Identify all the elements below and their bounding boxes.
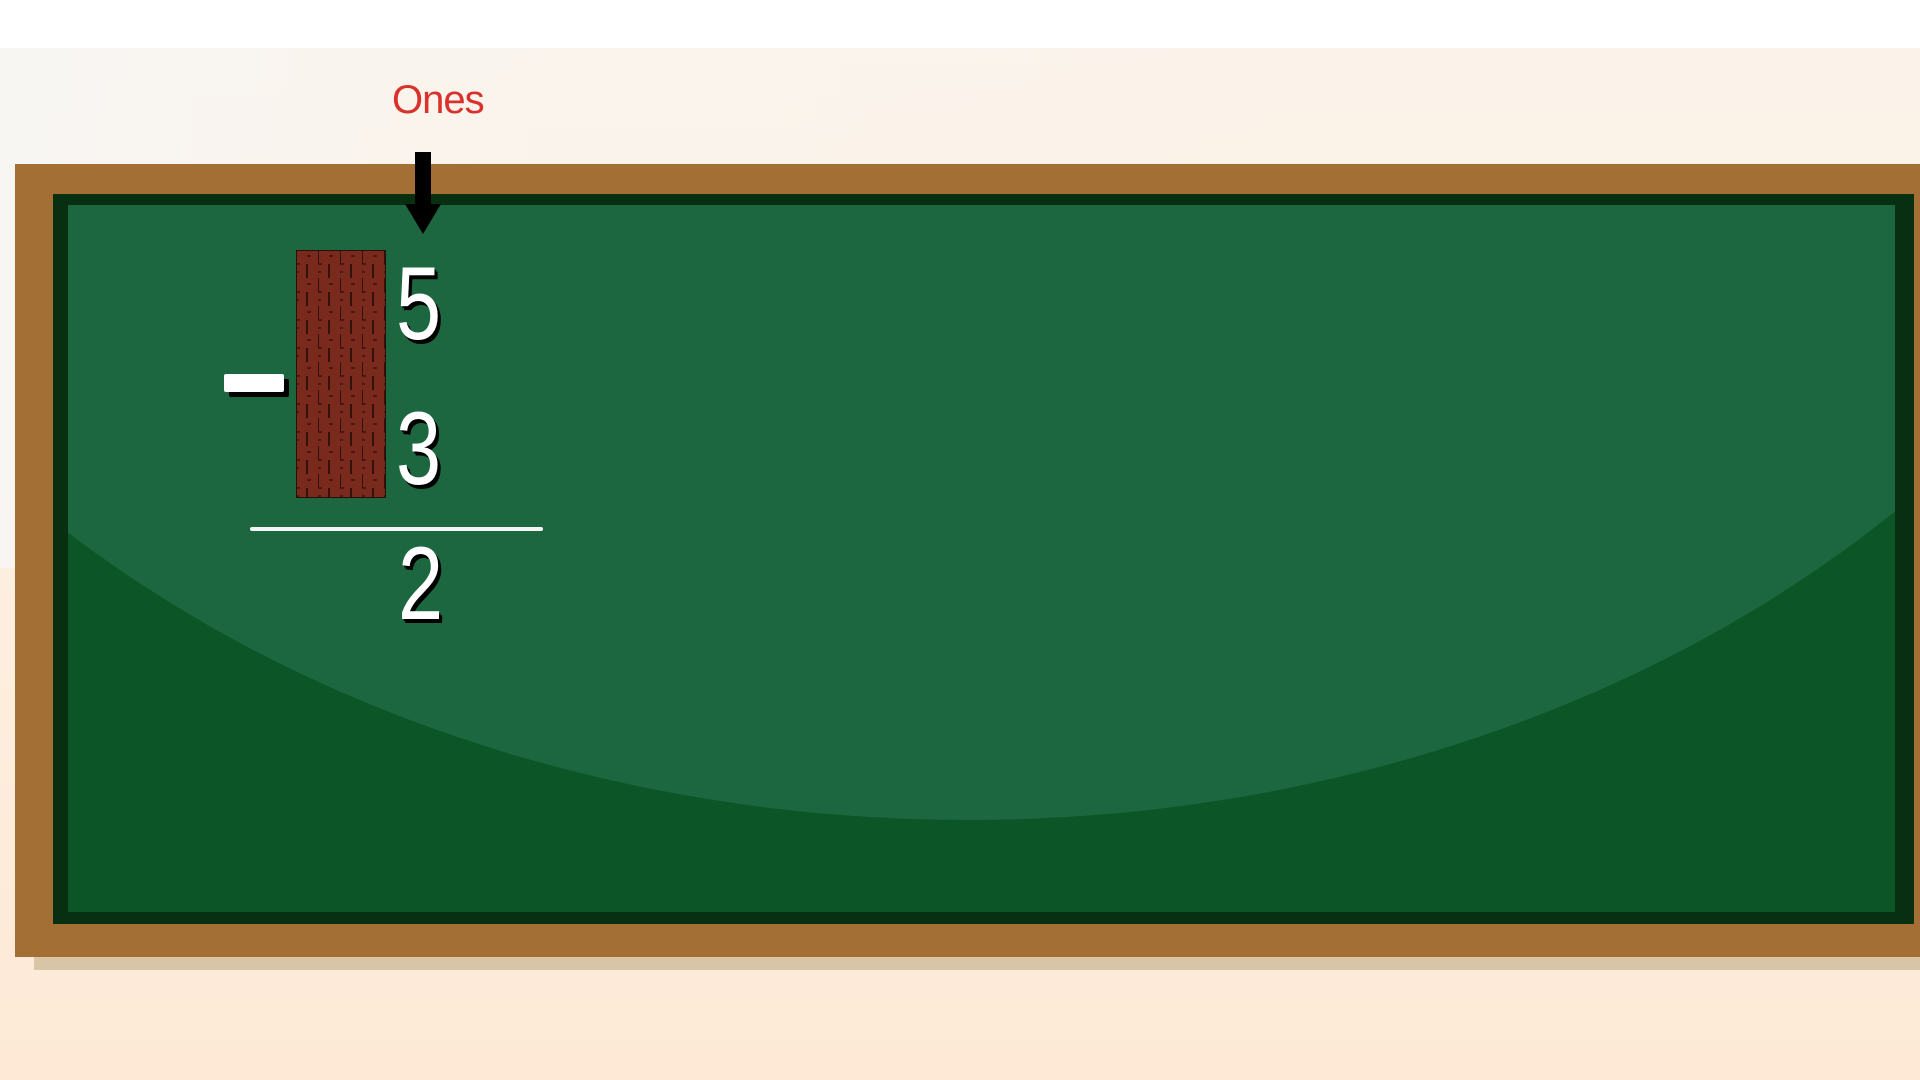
minuend-digit: 5 xyxy=(396,246,442,362)
down-arrow-icon xyxy=(405,152,441,234)
difference-digit: 2 xyxy=(398,526,444,642)
answer-line xyxy=(250,527,543,531)
brick-column-icon xyxy=(296,250,386,498)
ones-column-label: Ones xyxy=(392,78,485,122)
minus-sign xyxy=(224,374,284,392)
subtrahend-digit: 3 xyxy=(396,391,442,507)
